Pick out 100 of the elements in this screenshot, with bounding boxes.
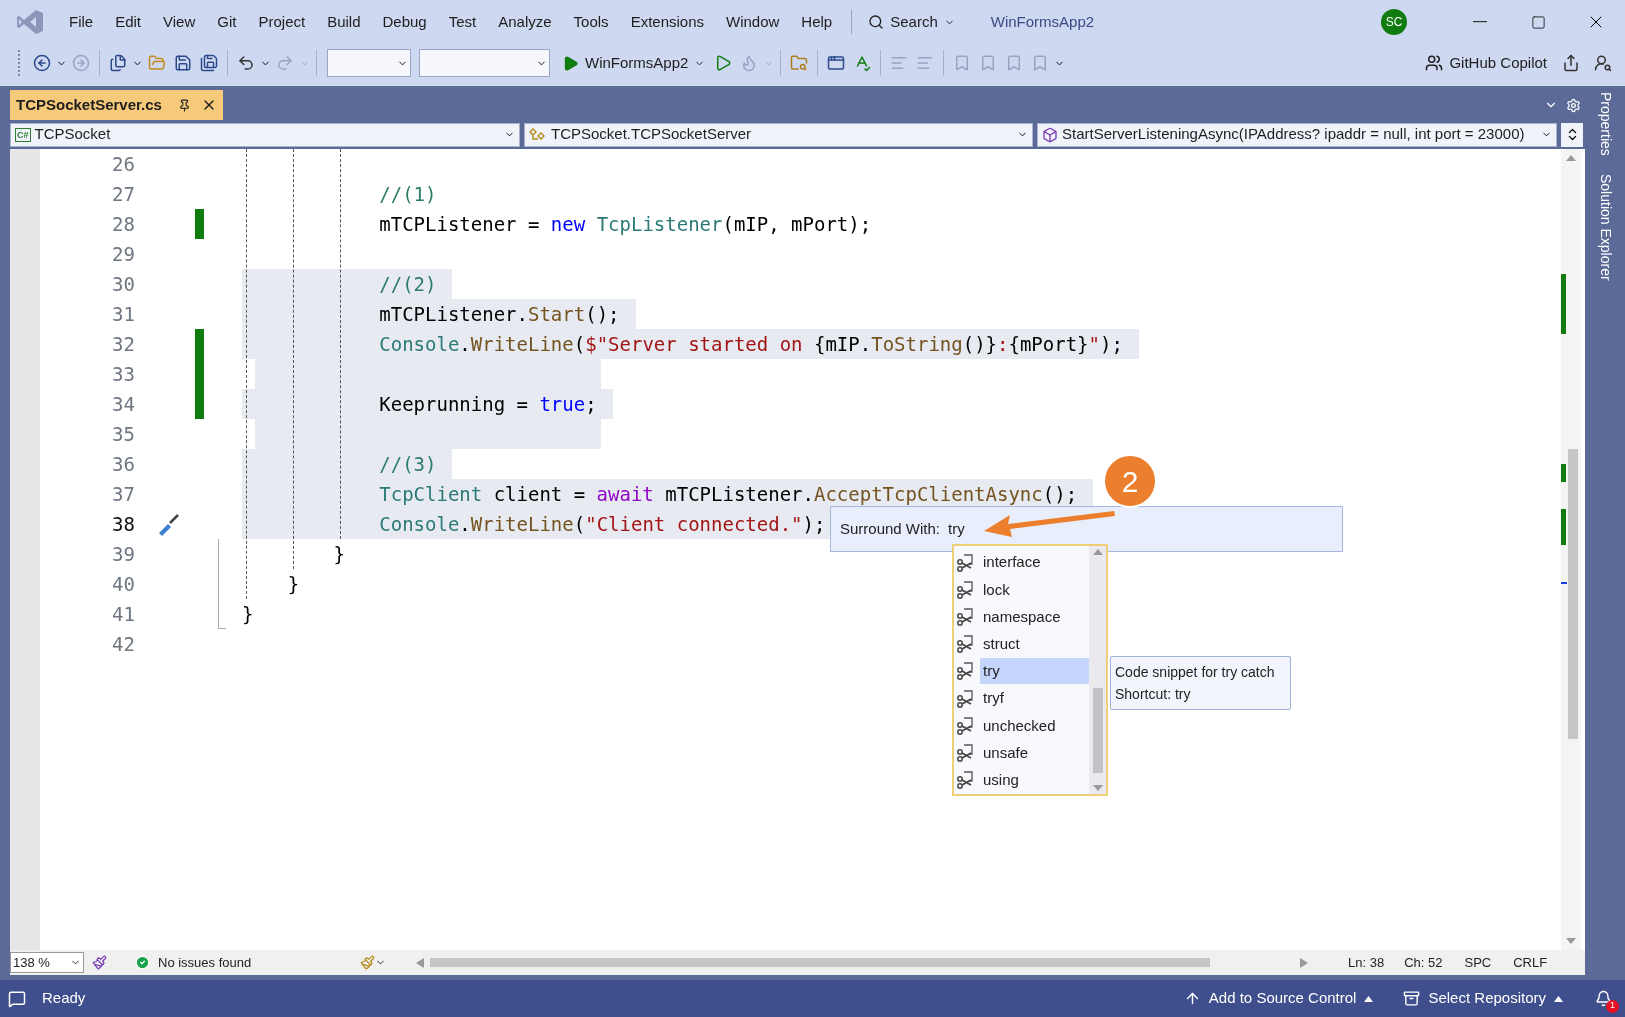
menu-item[interactable]: Window bbox=[715, 7, 791, 37]
line-indicator[interactable]: Ln: 38 bbox=[1348, 952, 1385, 973]
snippet-icon bbox=[956, 607, 976, 628]
split-button[interactable] bbox=[1561, 122, 1583, 147]
member-name: StartServerListeningAsync(IPAddress? ipaddr = null, int port = 23000) bbox=[1062, 124, 1526, 145]
scroll-down-icon[interactable] bbox=[1092, 785, 1103, 791]
scrollbar-thumb[interactable] bbox=[1092, 687, 1103, 773]
csharp-icon: C# bbox=[15, 127, 31, 142]
menu-item[interactable]: Build bbox=[316, 7, 372, 37]
field-label: Surround With: bbox=[840, 518, 941, 539]
member-dropdown[interactable]: StartServerListeningAsync(IPAddress? ipaddr = null, int port = 23000) bbox=[1037, 122, 1557, 147]
snippet-item[interactable]: interface bbox=[980, 549, 1089, 576]
line-number: 29 bbox=[111, 241, 135, 267]
forward-icon bbox=[72, 54, 90, 72]
save-all-icon bbox=[200, 54, 218, 72]
menu-item[interactable]: View bbox=[152, 7, 207, 37]
snippet-item[interactable]: struct bbox=[980, 631, 1089, 658]
settings-icon[interactable] bbox=[1566, 98, 1581, 113]
scroll-down-icon[interactable] bbox=[1566, 938, 1576, 944]
lines-icon bbox=[916, 54, 935, 72]
tooltip-text: Code snippet for try catch bbox=[1115, 663, 1276, 682]
line-number: 41 bbox=[111, 601, 135, 627]
document-tab[interactable]: TCPSocketServer.cs bbox=[10, 90, 223, 120]
brush-icon[interactable] bbox=[360, 955, 375, 970]
snippet-item[interactable]: lock bbox=[980, 576, 1089, 603]
line-number: 37 bbox=[111, 481, 135, 507]
files-icon bbox=[109, 54, 127, 72]
output-icon[interactable] bbox=[8, 989, 26, 1008]
account-avatar[interactable]: SC bbox=[1381, 9, 1407, 35]
undo-icon bbox=[237, 54, 255, 72]
line-number: 33 bbox=[111, 361, 135, 387]
configuration-dropdown[interactable] bbox=[327, 49, 411, 77]
snippet-item[interactable]: try bbox=[980, 658, 1089, 685]
snippet-icon bbox=[956, 688, 976, 709]
repository-button[interactable]: Select Repository bbox=[1403, 987, 1563, 1010]
status-text: Ready bbox=[42, 988, 86, 1009]
menu-item[interactable]: Extensions bbox=[619, 7, 715, 37]
menu-item[interactable]: Test bbox=[437, 7, 488, 37]
search-button[interactable]: Search bbox=[860, 7, 963, 37]
line-number: 42 bbox=[111, 631, 135, 657]
caret-icon[interactable] bbox=[1554, 995, 1563, 1002]
brush-icon[interactable] bbox=[92, 955, 107, 970]
class-icon bbox=[529, 127, 547, 142]
menu-item[interactable]: Git bbox=[206, 7, 248, 37]
snippet-item[interactable]: namespace bbox=[980, 604, 1089, 631]
zoom-dropdown[interactable]: 138 % bbox=[10, 952, 84, 973]
scroll-up-icon[interactable] bbox=[1566, 155, 1576, 161]
menu-item[interactable]: Help bbox=[790, 7, 844, 37]
scroll-left-icon[interactable] bbox=[416, 957, 424, 968]
menu-item[interactable]: Analyze bbox=[487, 7, 563, 37]
menu-item[interactable]: File bbox=[58, 7, 105, 37]
menu-item[interactable]: Tools bbox=[562, 7, 620, 37]
column-indicator[interactable]: Ch: 52 bbox=[1404, 952, 1443, 973]
line-number: 40 bbox=[111, 571, 135, 597]
scrollbar-marker bbox=[1561, 274, 1566, 334]
type-dropdown[interactable]: TCPSocket.TCPSocketServer bbox=[524, 122, 1033, 147]
platform-dropdown[interactable] bbox=[419, 49, 550, 77]
source-control-button[interactable]: Add to Source Control bbox=[1183, 987, 1374, 1010]
start-button[interactable]: WinFormsApp2 bbox=[558, 48, 710, 78]
menu-item[interactable]: Edit bbox=[104, 7, 153, 37]
snippet-item[interactable]: using bbox=[980, 767, 1089, 794]
minimize-icon bbox=[1473, 21, 1487, 23]
code-line: } bbox=[286, 572, 300, 597]
scrollbar-marker bbox=[1561, 509, 1566, 545]
side-panel-tab[interactable]: Properties bbox=[1594, 92, 1616, 156]
cube-icon bbox=[1042, 126, 1058, 143]
snippet-item[interactable]: tryf bbox=[980, 685, 1089, 712]
scrollbar-thumb[interactable] bbox=[1568, 449, 1578, 739]
copilot-button[interactable]: GitHub Copilot bbox=[1421, 48, 1551, 78]
scroll-right-icon[interactable] bbox=[1300, 957, 1308, 968]
archive-icon bbox=[1403, 990, 1421, 1007]
folder-search-icon bbox=[790, 54, 809, 72]
side-panel-tab[interactable]: Solution Explorer bbox=[1594, 173, 1616, 281]
snippet-item[interactable]: unchecked bbox=[980, 712, 1089, 739]
bell-icon bbox=[1594, 990, 1612, 1007]
horizontal-scrollbar[interactable] bbox=[430, 958, 1210, 967]
play-icon bbox=[714, 54, 733, 72]
line-ending-indicator[interactable]: CRLF bbox=[1513, 952, 1548, 973]
line-number: 31 bbox=[111, 301, 135, 327]
line-number: 34 bbox=[111, 391, 135, 417]
pin-icon[interactable] bbox=[177, 98, 191, 112]
code-line: } bbox=[242, 602, 254, 627]
field-value: try bbox=[948, 518, 965, 539]
snippet-item[interactable]: unsafe bbox=[980, 740, 1089, 767]
line-number: 39 bbox=[111, 541, 135, 567]
project-dropdown[interactable]: C# TCPSocket bbox=[10, 122, 520, 147]
scroll-up-icon[interactable] bbox=[1092, 549, 1103, 555]
menu-item[interactable]: Project bbox=[247, 7, 317, 37]
whitespace-indicator[interactable]: SPC bbox=[1464, 952, 1492, 973]
line-number: 38 bbox=[111, 511, 135, 537]
snippet-icon bbox=[956, 579, 976, 600]
issues-status[interactable]: No issues found bbox=[158, 952, 348, 973]
search-icon bbox=[868, 14, 885, 30]
line-number: 26 bbox=[111, 151, 135, 177]
redo-icon bbox=[276, 54, 294, 72]
menu-item[interactable]: Debug bbox=[371, 7, 438, 37]
project-name: TCPSocket bbox=[34, 124, 112, 145]
surround-with-field[interactable]: Surround With: try bbox=[830, 506, 1343, 552]
code-line: mTCPListener = new TcpListener(mIP, mPort); bbox=[378, 212, 872, 237]
caret-icon[interactable] bbox=[1364, 995, 1374, 1002]
